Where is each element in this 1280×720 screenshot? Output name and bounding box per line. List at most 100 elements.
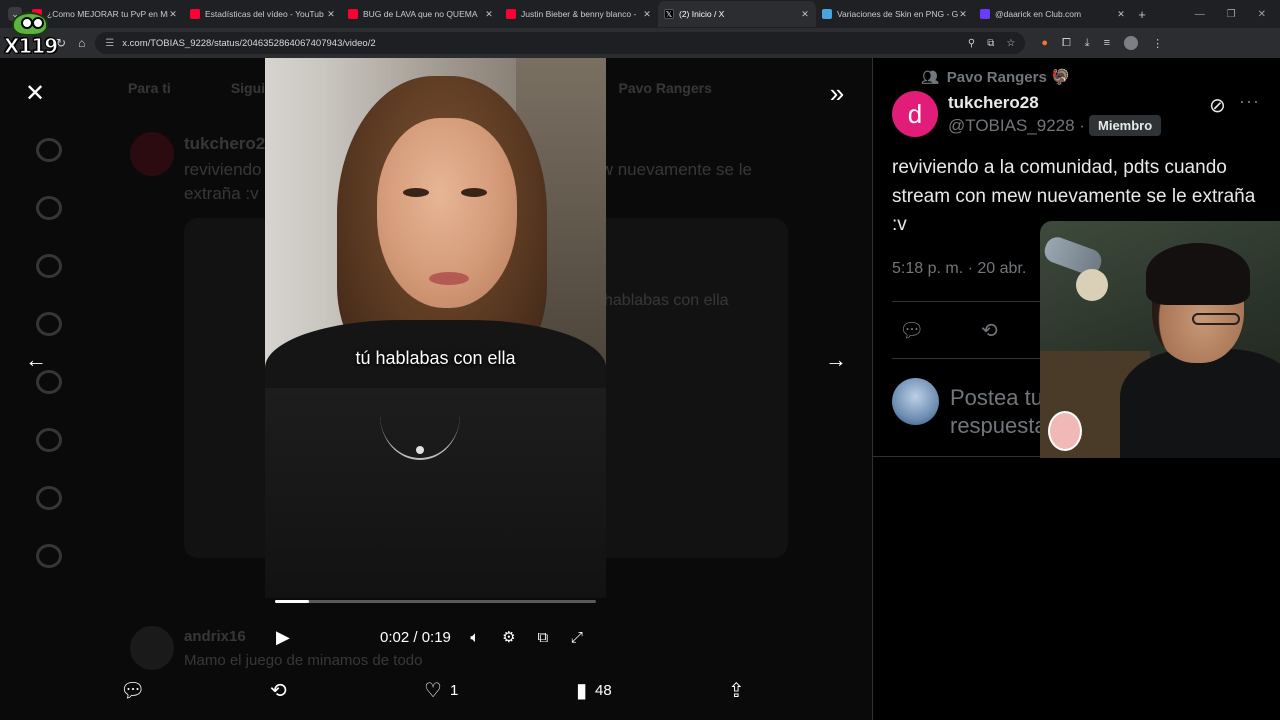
edit-icon <box>36 428 62 452</box>
share-icon: ⇪ <box>728 680 745 702</box>
extension-fox-icon[interactable]: ● <box>1041 37 1048 49</box>
video-controls: ▶ 0:02 / 0:19 🔈︎ ⚙ ⧉ ⤢ <box>276 624 598 650</box>
background-post-author: tukchero28 <box>184 134 275 153</box>
close-tab-icon[interactable]: ✕ <box>1116 9 1126 20</box>
background-reply-text: Mamo el juego de minamos de todo <box>184 652 423 669</box>
community-label[interactable]: 👥︎ Pavo Rangers 🦃 <box>921 68 1070 87</box>
site-info-icon[interactable]: ☰ <box>105 38 114 49</box>
home-icon[interactable]: ⌂ <box>78 36 85 50</box>
browser-tab[interactable]: BUG de LAVA que no QUEMA ✕ <box>342 1 500 27</box>
close-viewer-button[interactable]: ✕ <box>22 79 48 107</box>
author-handle[interactable]: @TOBIAS_9228 · <box>948 116 1085 136</box>
community-name: Pavo Rangers 🦃 <box>946 69 1070 86</box>
extensions-icon[interactable]: ⧠ <box>1062 37 1071 50</box>
browser-tab[interactable]: Justin Bieber & benny blanco - ✕ <box>500 1 658 27</box>
view-count: 48 <box>595 682 612 699</box>
close-tab-icon[interactable]: ✕ <box>326 9 336 20</box>
menu-kebab-icon[interactable]: ⋮ <box>1152 37 1163 50</box>
play-button[interactable]: ▶ <box>276 627 298 648</box>
nav-buttons: ↻ ⌂ <box>56 36 85 50</box>
profile-avatar[interactable] <box>1124 36 1139 50</box>
media-viewer: Para ti Siguiendo Pavo Rangers tukchero2… <box>0 58 872 720</box>
browser-tab[interactable]: Variaciones de Skin en PNG - G ✕ <box>816 1 974 27</box>
minimize-icon[interactable]: — <box>1195 9 1205 20</box>
frog-logo-icon <box>12 12 48 36</box>
picture-in-picture-icon[interactable]: ⧉ <box>533 627 553 647</box>
video-subject-mouth <box>429 272 469 285</box>
video-progress-bar[interactable] <box>275 600 596 603</box>
views-button[interactable]: ▮ 48 <box>576 678 612 703</box>
browser-tab[interactable]: @daarick en Club.com ✕ <box>974 1 1132 27</box>
arrow-left-icon: ← <box>25 347 47 372</box>
like-count: 1 <box>449 682 459 699</box>
close-tab-icon[interactable]: ✕ <box>958 9 968 20</box>
bell-icon <box>36 254 62 278</box>
video-progress-fill <box>275 600 309 603</box>
url-actions: ⚲ ⧉ ☆ <box>968 38 1015 49</box>
close-icon: ✕ <box>24 79 46 107</box>
share-button[interactable]: ⇪ <box>728 678 745 703</box>
video-subject-eye <box>461 188 487 197</box>
like-button[interactable]: ♡ 1 <box>424 678 458 703</box>
video-frame[interactable] <box>265 58 606 388</box>
post-timestamp[interactable]: 5:18 p. m. · 20 abr. <box>892 260 1026 278</box>
expand-panel-button[interactable]: » <box>822 78 852 108</box>
address-bar-row: ↻ ⌂ ☰ x.com/TOBIAS_9228/status/204635286… <box>0 28 1280 58</box>
close-tab-icon[interactable]: ✕ <box>168 9 178 20</box>
more-options-icon[interactable]: ··· <box>1239 91 1260 112</box>
tab-title: Estadísticas del vídeo - YouTub <box>205 9 324 19</box>
settings-gear-icon[interactable]: ⚙ <box>499 627 519 647</box>
url-field[interactable]: ☰ x.com/TOBIAS_9228/status/2046352864067… <box>95 32 1026 54</box>
youtube-favicon-icon <box>190 9 200 19</box>
close-tab-icon[interactable]: ✕ <box>800 9 810 20</box>
window-controls: — ❐ ✕ <box>1195 9 1280 20</box>
url-text: x.com/TOBIAS_9228/status/204635286406740… <box>122 37 376 49</box>
background-tab: Pavo Rangers <box>618 80 712 96</box>
tab-title: (2) Inicio / X <box>679 9 725 19</box>
chat-icon <box>36 312 62 336</box>
new-tab-button[interactable]: + <box>1132 7 1152 22</box>
close-tab-icon[interactable]: ✕ <box>642 9 652 20</box>
media-control-icon[interactable]: ≡ <box>1104 37 1110 49</box>
stream-logo: X119 <box>3 12 59 60</box>
volume-icon[interactable]: 🔈︎ <box>465 627 485 647</box>
browser-tab[interactable]: Estadísticas del vídeo - YouTub ✕ <box>184 1 342 27</box>
bookmark-star-icon[interactable]: ☆ <box>1006 38 1015 49</box>
zoom-icon[interactable]: ⚲ <box>968 38 975 49</box>
repost-button[interactable]: ⟲ <box>270 678 287 703</box>
more-icon <box>36 544 62 568</box>
install-app-icon[interactable]: ⧉ <box>987 38 994 49</box>
heart-icon: ♡ <box>424 680 442 702</box>
tab-title: ¿Como MEJORAR tu PvP en Mi <box>47 9 168 19</box>
previous-media-button[interactable]: ← <box>22 346 50 374</box>
tab-title: Justin Bieber & benny blanco - <box>521 9 637 19</box>
club-favicon-icon <box>980 9 990 19</box>
reload-icon[interactable]: ↻ <box>56 36 66 50</box>
avatar <box>892 378 939 425</box>
double-chevron-right-icon: » <box>829 77 845 108</box>
close-tab-icon[interactable]: ✕ <box>484 9 494 20</box>
next-media-button[interactable]: → <box>822 346 850 374</box>
repost-icon[interactable]: ⟲ <box>981 318 998 343</box>
comment-icon[interactable]: 💬︎ <box>899 318 924 343</box>
video-pendant <box>416 446 424 454</box>
webcam-person-glasses <box>1192 313 1240 325</box>
fullscreen-icon[interactable]: ⤢ <box>567 627 587 647</box>
avatar[interactable]: d <box>892 91 938 137</box>
comment-icon: 💬︎ <box>120 680 146 702</box>
reply-input[interactable]: Postea tu respuesta <box>950 384 1050 436</box>
browser-tab-active[interactable]: 𝕏 (2) Inicio / X ✕ <box>658 1 816 27</box>
gallery-favicon-icon <box>822 9 832 19</box>
reply-button[interactable]: 💬︎ <box>120 678 145 703</box>
tab-title: Variaciones de Skin en PNG - G <box>837 9 958 19</box>
youtube-favicon-icon <box>348 9 358 19</box>
people-icon: 👥︎ <box>921 68 939 85</box>
maximize-icon[interactable]: ❐ <box>1227 9 1236 20</box>
background-media-caption: hablabas con ella <box>604 292 729 309</box>
grok-icon[interactable]: ⊘ <box>1209 93 1226 118</box>
bar-chart-icon: ▮ <box>576 680 588 702</box>
download-icon[interactable]: ⤓ <box>1085 37 1090 50</box>
home-icon <box>36 138 62 162</box>
author-name[interactable]: tukchero28 <box>948 93 1039 113</box>
close-window-icon[interactable]: ✕ <box>1258 9 1266 20</box>
